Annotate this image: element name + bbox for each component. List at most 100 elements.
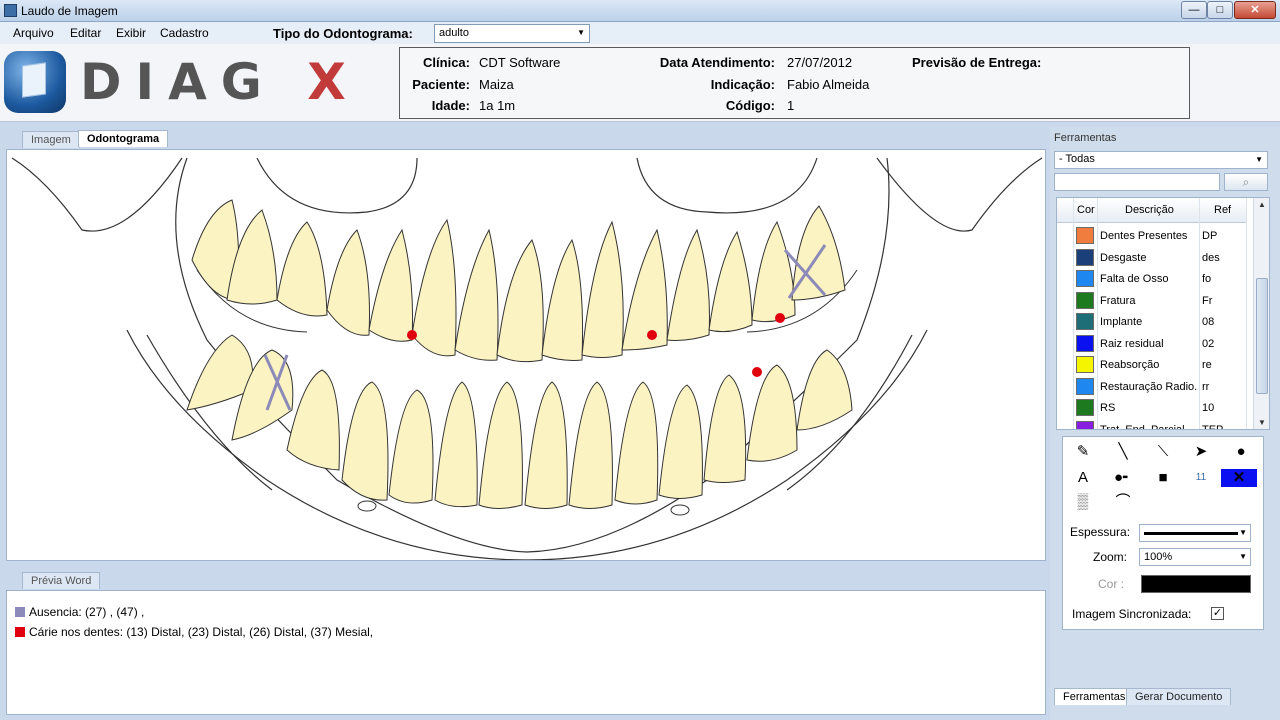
list-item[interactable]: Restauração Radio... rr: [1057, 376, 1247, 398]
menu-exibir[interactable]: Exibir: [116, 26, 146, 40]
document-icon: [22, 62, 46, 98]
tab-previa-word[interactable]: Prévia Word: [22, 572, 101, 589]
tab-odontograma[interactable]: Odontograma: [78, 130, 169, 147]
color-swatch: [1076, 399, 1094, 416]
tab-imagem[interactable]: Imagem: [22, 131, 80, 148]
circle-icon[interactable]: ●: [1227, 441, 1255, 463]
idade-label: Idade:: [431, 98, 470, 113]
paciente-label: Paciente:: [412, 77, 470, 92]
hatch-icon[interactable]: ▒: [1069, 491, 1097, 513]
pencil-icon[interactable]: ✎: [1069, 441, 1097, 463]
list-item[interactable]: Reabsorção re: [1057, 354, 1247, 376]
color-picker[interactable]: [1141, 575, 1251, 593]
menu-editar[interactable]: Editar: [70, 26, 101, 40]
color-swatch: [1076, 291, 1094, 309]
item-ref: fo: [1202, 273, 1212, 285]
close-button[interactable]: ✕: [1234, 1, 1276, 19]
item-description: Fratura: [1100, 294, 1136, 307]
color-swatch: [1076, 227, 1094, 244]
pin-icon[interactable]: ●╸: [1109, 467, 1137, 489]
minimize-button[interactable]: —: [1181, 1, 1207, 19]
carie-swatch: [15, 627, 25, 637]
sync-checkbox[interactable]: ✓: [1211, 607, 1224, 620]
item-ref: re: [1202, 359, 1212, 371]
color-swatch: [1076, 356, 1094, 373]
chevron-down-icon: ▼: [1239, 552, 1247, 561]
maximize-button[interactable]: □: [1207, 1, 1233, 19]
list-item[interactable]: Fratura Fr: [1057, 290, 1247, 312]
previsao-label: Previsão de Entrega:: [912, 55, 1042, 70]
legend-ausencia-text: Ausencia: (27) , (47) ,: [29, 605, 145, 619]
clinica-label: Clínica:: [423, 55, 470, 70]
chevron-down-icon: ▼: [1255, 155, 1263, 164]
odontogram-canvas[interactable]: [6, 149, 1046, 561]
clinica-value: CDT Software: [479, 55, 561, 70]
logo: DIAG X: [80, 54, 360, 110]
search-button[interactable]: ⌕: [1224, 173, 1268, 191]
pointer-icon[interactable]: ➤: [1187, 441, 1215, 463]
espessura-select[interactable]: ▼: [1139, 524, 1251, 542]
chevron-down-icon: ▼: [577, 28, 585, 37]
curve-icon[interactable]: ⌒: [1109, 491, 1137, 513]
item-description: Falta de Osso: [1100, 273, 1169, 285]
list-item[interactable]: Implante 08: [1057, 311, 1247, 333]
line-preview: [1144, 532, 1238, 535]
filter-select[interactable]: - Todas ▼: [1054, 151, 1268, 169]
col-cor[interactable]: Cor: [1077, 204, 1095, 216]
magnifier-icon: ⌕: [1242, 175, 1250, 189]
sync-label: Imagem Sincronizada:: [1072, 607, 1192, 621]
text-tool-icon[interactable]: A: [1069, 467, 1097, 489]
list-item[interactable]: Trat. End. Parcial TEP: [1057, 419, 1247, 430]
line-icon[interactable]: ╲: [1109, 441, 1137, 463]
legend-carie-text: Cárie nos dentes: (13) Distal, (23) Dist…: [29, 625, 374, 639]
indicacao-label: Indicação:: [710, 77, 775, 92]
color-swatch: [1076, 334, 1094, 352]
grid-scrollbar[interactable]: ▲ ▼: [1253, 198, 1269, 429]
number-icon[interactable]: 11: [1187, 467, 1215, 489]
logo-text: DIAG: [80, 53, 276, 111]
tab-ferramentas[interactable]: Ferramentas: [1054, 688, 1135, 705]
item-ref: TEP: [1202, 423, 1224, 430]
menu-cadastro[interactable]: Cadastro: [160, 26, 209, 40]
odontograma-type-select[interactable]: adulto ▼: [434, 24, 590, 43]
item-ref: DP: [1202, 230, 1218, 242]
zoom-select[interactable]: 100% ▼: [1139, 548, 1251, 566]
list-item[interactable]: Dentes Presentes DP: [1057, 225, 1247, 247]
legend-carie: Cárie nos dentes: (13) Distal, (23) Dist…: [15, 625, 373, 639]
list-item[interactable]: Falta de Osso fo: [1057, 268, 1247, 290]
color-swatch: [1076, 270, 1094, 287]
list-item[interactable]: RS 10: [1057, 397, 1247, 419]
tab-gerar-documento[interactable]: Gerar Documento: [1126, 688, 1232, 705]
title-bar: Laudo de Imagem — □ ✕: [0, 0, 1280, 22]
legend-grid[interactable]: Cor Descrição Ref Dentes Presentes DP Desg…: [1056, 197, 1270, 430]
search-input[interactable]: [1054, 173, 1220, 191]
menu-arquivo[interactable]: Arquivo: [13, 26, 54, 40]
paciente-value: Maiza: [479, 77, 514, 92]
window-title: Laudo de Imagem: [21, 4, 118, 18]
odontograma-type-label: Tipo do Odontograma:: [273, 26, 413, 41]
measure-line-icon[interactable]: ⟍: [1149, 441, 1177, 463]
odontogram-drawing[interactable]: [7, 150, 1045, 560]
col-ref[interactable]: Ref: [1214, 204, 1231, 216]
scroll-down-icon[interactable]: ▼: [1258, 418, 1266, 427]
odontograma-type-value: adulto: [439, 27, 469, 39]
list-item[interactable]: Raiz residual 02: [1057, 333, 1247, 355]
item-ref: des: [1202, 251, 1220, 264]
item-description: Implante: [1100, 316, 1143, 328]
scroll-up-icon[interactable]: ▲: [1258, 200, 1266, 209]
patient-info-panel: Clínica: CDT Software Paciente: Maiza Id…: [399, 47, 1190, 119]
menu-bar: Arquivo Editar Exibir Cadastro Tipo do O…: [0, 22, 1280, 44]
scroll-thumb[interactable]: [1256, 278, 1268, 394]
app-icon: [4, 4, 17, 17]
item-ref: Fr: [1202, 294, 1213, 307]
list-item[interactable]: Desgaste des: [1057, 247, 1247, 269]
item-ref: rr: [1202, 380, 1210, 393]
item-ref: 02: [1202, 337, 1215, 350]
rectangle-icon[interactable]: ■: [1149, 467, 1177, 489]
idade-value: 1a 1m: [479, 98, 516, 113]
col-descricao[interactable]: Descrição: [1125, 204, 1174, 216]
ausencia-swatch: [15, 607, 25, 617]
item-description: Dentes Presentes: [1100, 230, 1188, 242]
data-atendimento-value: 27/07/2012: [787, 55, 853, 70]
x-mark-icon[interactable]: ✕: [1221, 469, 1257, 487]
